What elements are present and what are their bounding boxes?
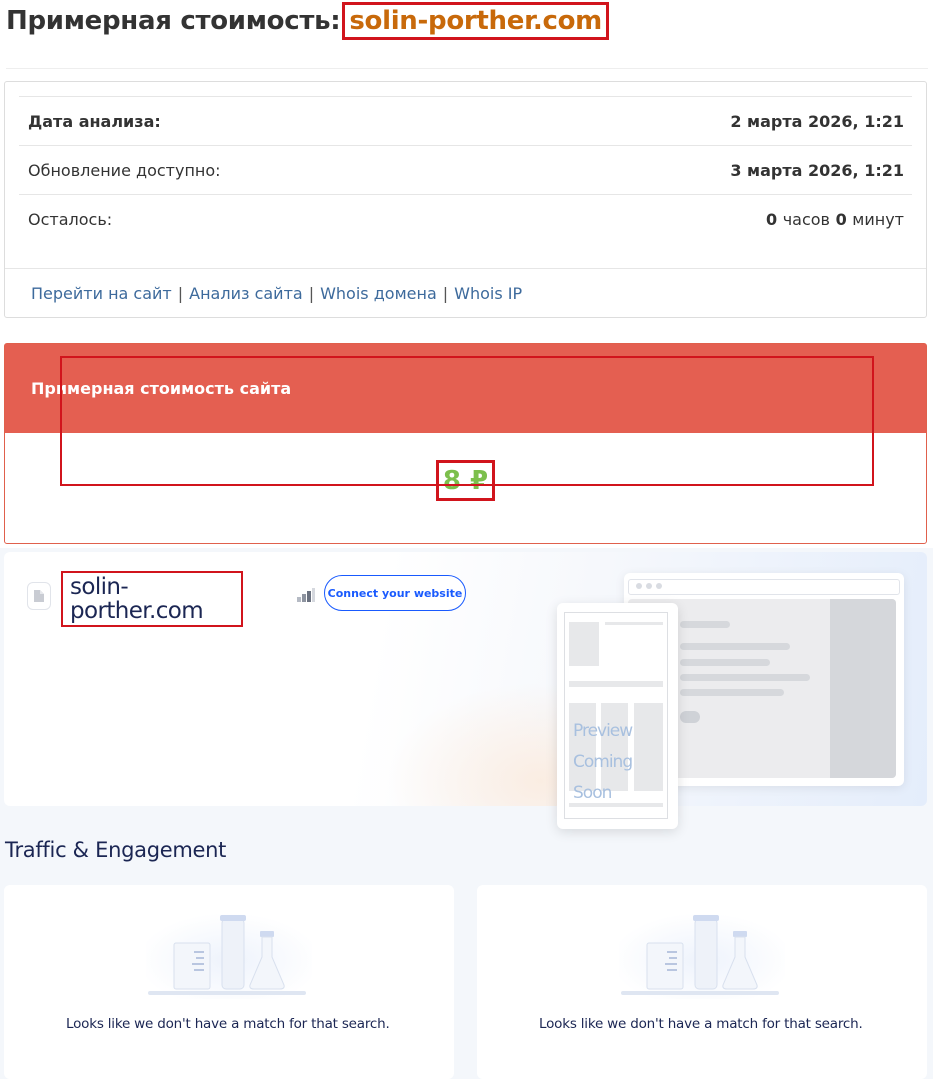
empty-state-message: Looks like we don't have a match for tha… [539,1016,863,1032]
divider [6,68,928,69]
info-label: Осталось: [28,209,113,229]
link-separator: | [442,284,449,303]
overview-domain: solin- porther.com [70,575,240,623]
info-row-remaining: Осталось: 0 часов 0 минут [19,194,912,243]
domain-name: solin-porther.com [349,6,602,36]
placeholder-button [680,711,700,723]
placeholder-block [569,622,599,666]
site-cost-body: 8 ₽ [5,433,926,543]
rank-bars-icon [297,588,315,602]
preview-line2: Coming Soon [573,752,633,803]
preview-coming-soon: Preview Coming Soon [573,716,663,809]
info-value: 2 марта 2026, 1:21 [730,111,904,131]
empty-state-message: Looks like we don't have a match for tha… [66,1016,390,1032]
browser-dot-icon [636,583,642,589]
link-separator: | [308,284,315,303]
placeholder-line [680,621,730,628]
placeholder-line [680,643,790,650]
info-table: Дата анализа: 2 марта 2026, 1:21 Обновле… [19,96,912,243]
info-value: 3 марта 2026, 1:21 [730,160,904,180]
preview-line1: Preview [573,721,633,741]
overview-domain-highlight: solin- porther.com [61,571,243,627]
hours-unit: часов [782,209,830,229]
info-links: Перейти на сайт | Анализ сайта | Whois д… [5,268,926,318]
overview-domain-line1: solin- [70,574,129,600]
browser-bar [628,579,900,595]
site-cost-heading: Примерная стоимость сайта [5,344,926,433]
analysis-info-panel: Дата анализа: 2 марта 2026, 1:21 Обновле… [4,81,927,318]
traffic-card: Looks like we don't have a match for tha… [4,885,454,1079]
placeholder-line [680,674,810,681]
remaining-hours: 0 [765,209,778,229]
engagement-card: Looks like we don't have a match for tha… [477,885,927,1079]
placeholder-line [680,689,784,696]
mobile-preview-mockup: Preview Coming Soon [557,603,678,829]
browser-dot-icon [656,583,662,589]
placeholder-line [569,681,663,687]
browser-dot-icon [646,583,652,589]
link-go-to-site[interactable]: Перейти на сайт [31,284,172,303]
link-separator: | [177,284,184,303]
traffic-engagement-title: Traffic & Engagement [5,838,227,862]
empty-lab-illustration [619,913,785,999]
mobile-screen: Preview Coming Soon [564,612,668,819]
link-site-analysis[interactable]: Анализ сайта [189,284,303,303]
page-icon [27,582,51,610]
link-whois-domain[interactable]: Whois домена [320,284,437,303]
page-title: Примерная стоимость: solin-porther.com [6,2,609,40]
link-whois-ip[interactable]: Whois IP [454,284,522,303]
placeholder-line [680,659,770,666]
info-label: Дата анализа: [28,111,161,131]
remaining-minutes: 0 [835,209,847,229]
page-title-prefix: Примерная стоимость: [6,6,341,36]
connect-website-button[interactable]: Connect your website [324,575,466,611]
similarweb-widget: solin- porther.com Connect your website [0,548,933,1079]
domain-highlight: solin-porther.com [342,2,609,40]
remaining-time: 0 часов 0 минут [766,210,904,229]
info-label: Обновление доступно: [28,160,221,180]
site-cost-value: 8 ₽ [436,460,495,501]
info-row-update-available: Обновление доступно: 3 марта 2026, 1:21 [19,145,912,194]
info-row-analysis-date: Дата анализа: 2 марта 2026, 1:21 [19,96,912,145]
empty-lab-illustration [146,913,312,999]
minutes-unit: минут [852,209,904,229]
overview-domain-line2: porther.com [70,598,204,624]
website-overview-card: solin- porther.com Connect your website [4,552,927,829]
site-cost-panel: Примерная стоимость сайта 8 ₽ [4,343,927,544]
desktop-sidebar [830,599,896,778]
placeholder-line [605,622,663,625]
